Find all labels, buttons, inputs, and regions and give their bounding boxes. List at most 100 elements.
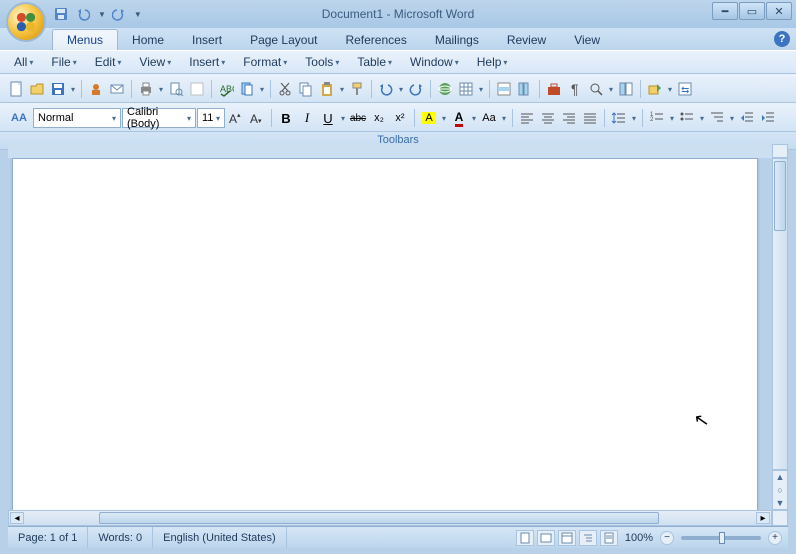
draft-view-icon[interactable]: [600, 530, 618, 546]
menu-format[interactable]: Format▾: [237, 53, 293, 71]
justify-icon[interactable]: [580, 108, 600, 128]
status-language[interactable]: English (United States): [153, 527, 287, 548]
maximize-button[interactable]: ▭: [739, 2, 765, 20]
menu-all[interactable]: All▾: [8, 53, 39, 71]
change-case-icon[interactable]: Aa: [479, 108, 499, 128]
ruler-toggle[interactable]: [772, 144, 788, 158]
horizontal-scrollbar[interactable]: ◂ ▸: [8, 510, 772, 526]
tab-insert[interactable]: Insert: [178, 30, 236, 50]
shrink-font-icon[interactable]: A▾: [247, 108, 267, 128]
close-toolbar-icon[interactable]: [645, 79, 665, 99]
office-button[interactable]: [6, 2, 46, 42]
columns-icon[interactable]: [515, 79, 535, 99]
undo-toolbar-icon[interactable]: [376, 79, 396, 99]
paste-dropdown[interactable]: ▾: [338, 85, 346, 94]
show-marks-icon[interactable]: ¶: [565, 79, 585, 99]
status-words[interactable]: Words: 0: [88, 527, 153, 548]
horizontal-scroll-thumb[interactable]: [99, 512, 659, 524]
menu-insert[interactable]: Insert▾: [183, 53, 231, 71]
change-case-dropdown[interactable]: ▾: [500, 114, 508, 123]
font-selector[interactable]: Calibri (Body)▾: [122, 108, 196, 128]
font-color-dropdown[interactable]: ▾: [470, 114, 478, 123]
toolbox-icon[interactable]: [544, 79, 564, 99]
web-layout-view-icon[interactable]: [558, 530, 576, 546]
align-left-icon[interactable]: [517, 108, 537, 128]
vertical-scroll-thumb[interactable]: [774, 161, 786, 231]
redo-toolbar-icon[interactable]: [406, 79, 426, 99]
menu-tools[interactable]: Tools▾: [299, 53, 345, 71]
menu-edit[interactable]: Edit▾: [89, 53, 128, 71]
tab-home[interactable]: Home: [118, 30, 178, 50]
undo-icon[interactable]: [74, 5, 92, 23]
tab-review[interactable]: Review: [493, 30, 560, 50]
zoom-icon[interactable]: [586, 79, 606, 99]
email-icon[interactable]: [107, 79, 127, 99]
style-selector[interactable]: Normal▾: [33, 108, 121, 128]
strikethrough-icon[interactable]: abc: [348, 108, 368, 128]
menu-view[interactable]: View▾: [133, 53, 177, 71]
table-insert-icon[interactable]: [456, 79, 476, 99]
highlight-dropdown[interactable]: ▾: [440, 114, 448, 123]
bold-icon[interactable]: B: [276, 108, 296, 128]
save-toolbar-icon[interactable]: [48, 79, 68, 99]
numbering-icon[interactable]: 12: [647, 108, 667, 128]
tab-menus[interactable]: Menus: [52, 29, 118, 50]
research-dropdown[interactable]: ▾: [258, 85, 266, 94]
permission-icon[interactable]: [86, 79, 106, 99]
numbering-dropdown[interactable]: ▾: [668, 114, 676, 123]
save-icon[interactable]: [52, 5, 70, 23]
research-icon[interactable]: [237, 79, 257, 99]
document-page[interactable]: [12, 158, 758, 510]
open-icon[interactable]: [27, 79, 47, 99]
highlight-icon[interactable]: A: [419, 108, 439, 128]
align-right-icon[interactable]: [559, 108, 579, 128]
table-dropdown[interactable]: ▾: [477, 85, 485, 94]
copy-icon[interactable]: [296, 79, 316, 99]
multilevel-dropdown[interactable]: ▾: [728, 114, 736, 123]
add-remove-icon[interactable]: ⇆: [675, 79, 695, 99]
blank-placeholder-icon[interactable]: [187, 79, 207, 99]
close-toolbar-dropdown[interactable]: ▾: [666, 85, 674, 94]
full-screen-view-icon[interactable]: [537, 530, 555, 546]
menu-window[interactable]: Window▾: [404, 53, 465, 71]
tab-mailings[interactable]: Mailings: [421, 30, 493, 50]
outline-view-icon[interactable]: [579, 530, 597, 546]
paste-icon[interactable]: [317, 79, 337, 99]
redo-icon[interactable]: [110, 5, 128, 23]
undo-toolbar-dropdown[interactable]: ▾: [397, 85, 405, 94]
close-button[interactable]: ✕: [766, 2, 792, 20]
spellcheck-icon[interactable]: ABC: [216, 79, 236, 99]
align-center-icon[interactable]: [538, 108, 558, 128]
underline-icon[interactable]: U: [318, 108, 338, 128]
print-preview-icon[interactable]: [166, 79, 186, 99]
zoom-slider-thumb[interactable]: [719, 532, 725, 544]
vertical-scrollbar[interactable]: [772, 158, 788, 470]
line-spacing-icon[interactable]: [609, 108, 629, 128]
menu-table[interactable]: Table▾: [351, 53, 398, 71]
cut-icon[interactable]: [275, 79, 295, 99]
bullets-icon[interactable]: [677, 108, 697, 128]
insert-row-icon[interactable]: [494, 79, 514, 99]
format-painter-icon[interactable]: [347, 79, 367, 99]
prev-page-icon[interactable]: ▲: [776, 472, 785, 482]
next-page-icon[interactable]: ▼: [776, 498, 785, 508]
hscroll-left-button[interactable]: ◂: [10, 512, 24, 524]
menu-help[interactable]: Help▾: [471, 53, 514, 71]
increase-indent-icon[interactable]: [758, 108, 778, 128]
bullets-dropdown[interactable]: ▾: [698, 114, 706, 123]
line-spacing-dropdown[interactable]: ▾: [630, 114, 638, 123]
new-doc-icon[interactable]: [6, 79, 26, 99]
tab-page-layout[interactable]: Page Layout: [236, 30, 331, 50]
zoom-slider[interactable]: [681, 536, 761, 540]
multilevel-list-icon[interactable]: [707, 108, 727, 128]
document-map-icon[interactable]: [616, 79, 636, 99]
font-size-selector[interactable]: 11▾: [197, 108, 225, 128]
italic-icon[interactable]: I: [297, 108, 317, 128]
tab-view[interactable]: View: [560, 30, 614, 50]
undo-dropdown-icon[interactable]: ▼: [98, 10, 106, 19]
save-dropdown[interactable]: ▾: [69, 85, 77, 94]
styles-pane-icon[interactable]: AA: [6, 108, 32, 128]
print-icon[interactable]: [136, 79, 156, 99]
help-icon[interactable]: ?: [774, 31, 790, 47]
subscript-icon[interactable]: x₂: [369, 108, 389, 128]
